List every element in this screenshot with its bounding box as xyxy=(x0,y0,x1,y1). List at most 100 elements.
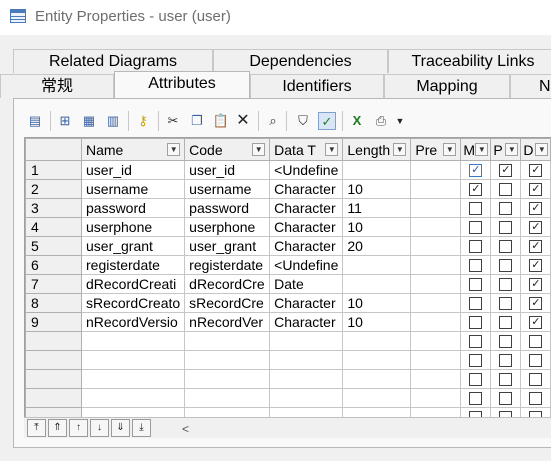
tab-related-diagrams[interactable]: Related Diagrams xyxy=(13,49,213,73)
empty-cell[interactable] xyxy=(184,331,271,351)
empty-checkbox[interactable] xyxy=(469,372,483,386)
precision-cell[interactable] xyxy=(410,236,462,256)
row-number[interactable]: 9 xyxy=(25,312,82,332)
empty-checkbox[interactable] xyxy=(499,334,513,348)
primary-checkbox[interactable] xyxy=(499,296,513,310)
precision-cell[interactable] xyxy=(410,179,462,199)
mandatory-checkbox[interactable] xyxy=(469,239,483,253)
empty-cell[interactable] xyxy=(410,350,462,370)
empty-row[interactable] xyxy=(25,331,551,351)
length-cell[interactable] xyxy=(342,160,412,180)
chevron-down-icon[interactable]: ▼ xyxy=(475,143,489,156)
table-row[interactable]: 3 password password Character 11 ✓ xyxy=(25,198,551,218)
filter-icon[interactable]: ⛉ xyxy=(294,112,312,130)
chevron-down-icon[interactable]: ▼ xyxy=(443,143,457,156)
table-row[interactable]: 9 nRecordVersio nRecordVer Character 10 ✓ xyxy=(25,312,551,332)
page-down-icon[interactable]: ⇓ xyxy=(111,419,130,437)
primary-checkbox[interactable] xyxy=(499,182,513,196)
data-type-cell[interactable]: Character xyxy=(269,312,344,332)
code-cell[interactable]: dRecordCre xyxy=(184,274,271,294)
length-cell[interactable]: 10 xyxy=(342,312,412,332)
chevron-down-icon[interactable]: ▼ xyxy=(505,143,519,156)
chevron-down-icon[interactable]: ▼ xyxy=(393,143,407,156)
row-number[interactable]: 2 xyxy=(25,179,82,199)
code-cell[interactable]: user_id xyxy=(184,160,271,180)
mandatory-checkbox[interactable] xyxy=(469,220,483,234)
length-cell[interactable]: 10 xyxy=(342,293,412,313)
row-number[interactable]: 1 xyxy=(25,160,82,180)
copy-icon[interactable]: ❐ xyxy=(188,112,206,130)
empty-cell[interactable] xyxy=(269,331,344,351)
empty-cell[interactable] xyxy=(184,350,271,370)
chevron-down-icon[interactable]: ▼ xyxy=(325,143,339,156)
primary-checkbox[interactable] xyxy=(499,315,513,329)
empty-checkbox[interactable] xyxy=(499,372,513,386)
table-row[interactable]: 2 username username Character 10 ✓ ✓ xyxy=(25,179,551,199)
mandatory-checkbox[interactable]: ✓ xyxy=(469,163,483,177)
displayed-checkbox[interactable]: ✓ xyxy=(529,258,543,272)
chevron-down-icon[interactable]: ▼ xyxy=(535,143,549,156)
row-up-icon[interactable]: ↑ xyxy=(69,419,88,437)
properties-icon[interactable]: ▤ xyxy=(26,112,44,130)
row-number[interactable]: 8 xyxy=(25,293,82,313)
precision-cell[interactable] xyxy=(410,217,462,237)
tab-dependencies[interactable]: Dependencies xyxy=(213,49,388,73)
empty-checkbox[interactable] xyxy=(469,353,483,367)
column-header-data-type[interactable]: Data T ▼ xyxy=(269,138,344,161)
empty-checkbox[interactable] xyxy=(529,372,543,386)
cut-icon[interactable]: ✂ xyxy=(164,112,182,130)
empty-checkbox[interactable] xyxy=(499,391,513,405)
column-header-code[interactable]: Code ▼ xyxy=(184,138,271,161)
length-cell[interactable]: 10 xyxy=(342,179,412,199)
first-page-icon[interactable]: ⤒ xyxy=(27,419,46,437)
column-header-name[interactable]: Name ▼ xyxy=(80,138,186,161)
length-cell[interactable] xyxy=(342,274,412,294)
code-cell[interactable]: nRecordVer xyxy=(184,312,271,332)
code-cell[interactable]: sRecordCre xyxy=(184,293,271,313)
code-cell[interactable]: username xyxy=(184,179,271,199)
empty-cell[interactable] xyxy=(342,350,412,370)
empty-cell[interactable] xyxy=(342,388,412,408)
primary-checkbox[interactable] xyxy=(499,239,513,253)
table-row[interactable]: 7 dRecordCreati dRecordCre Date ✓ xyxy=(25,274,551,294)
name-cell[interactable]: username xyxy=(80,179,186,199)
name-cell[interactable]: nRecordVersio xyxy=(80,312,186,332)
row-number[interactable] xyxy=(25,350,82,370)
mandatory-checkbox[interactable] xyxy=(469,277,483,291)
empty-row[interactable] xyxy=(25,350,551,370)
name-cell[interactable]: userphone xyxy=(80,217,186,237)
row-number[interactable]: 7 xyxy=(25,274,82,294)
column-header-mandatory[interactable]: M ▼ xyxy=(460,138,492,161)
precision-cell[interactable] xyxy=(410,198,462,218)
insert-row-icon[interactable]: ⊞ xyxy=(56,112,74,130)
data-type-cell[interactable]: Date xyxy=(269,274,344,294)
dropdown-arrow-icon[interactable]: ▼ xyxy=(394,112,406,130)
length-cell[interactable]: 11 xyxy=(342,198,412,218)
mandatory-checkbox[interactable] xyxy=(469,201,483,215)
page-up-icon[interactable]: ⇑ xyxy=(48,419,67,437)
row-number[interactable]: 3 xyxy=(25,198,82,218)
name-cell[interactable]: registerdate xyxy=(80,255,186,275)
row-number[interactable] xyxy=(25,331,82,351)
row-number[interactable] xyxy=(25,369,82,389)
displayed-checkbox[interactable]: ✓ xyxy=(529,220,543,234)
tab-more[interactable]: N xyxy=(510,74,551,98)
mandatory-checkbox[interactable] xyxy=(469,258,483,272)
empty-checkbox[interactable] xyxy=(529,391,543,405)
name-cell[interactable]: password xyxy=(80,198,186,218)
empty-checkbox[interactable] xyxy=(529,353,543,367)
chevron-down-icon[interactable]: ▼ xyxy=(252,143,266,156)
empty-cell[interactable] xyxy=(269,369,344,389)
empty-row[interactable] xyxy=(25,369,551,389)
displayed-checkbox[interactable]: ✓ xyxy=(529,182,543,196)
empty-cell[interactable] xyxy=(410,388,462,408)
precision-cell[interactable] xyxy=(410,312,462,332)
primary-checkbox[interactable] xyxy=(499,277,513,291)
primary-checkbox[interactable]: ✓ xyxy=(499,163,513,177)
mandatory-checkbox[interactable]: ✓ xyxy=(469,182,483,196)
table-row[interactable]: 5 user_grant user_grant Character 20 ✓ xyxy=(25,236,551,256)
row-number[interactable]: 5 xyxy=(25,236,82,256)
add-attributes-icon[interactable]: ▥ xyxy=(104,112,122,130)
empty-cell[interactable] xyxy=(342,369,412,389)
empty-cell[interactable] xyxy=(80,350,186,370)
